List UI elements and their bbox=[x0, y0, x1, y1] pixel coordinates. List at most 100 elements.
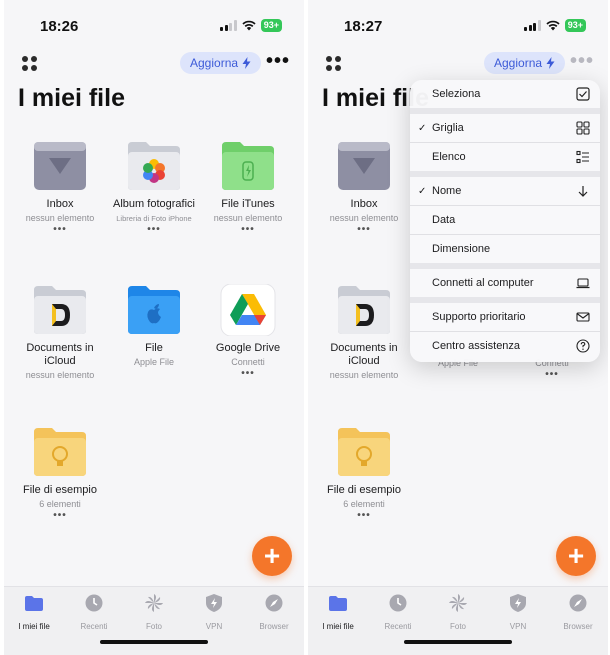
tab-my-files[interactable]: I miei file bbox=[308, 593, 368, 631]
clock-icon bbox=[389, 594, 407, 612]
pinwheel-icon bbox=[449, 594, 467, 612]
add-button[interactable]: + bbox=[556, 536, 596, 576]
tile-more-button[interactable]: ••• bbox=[202, 369, 294, 379]
question-circle-icon bbox=[576, 339, 590, 353]
tile-apple-files[interactable]: File Apple File bbox=[108, 284, 200, 368]
tile-more-button[interactable]: ••• bbox=[506, 370, 598, 380]
phone-screen-left: 18:26 93+ Aggiorna ••• I miei file Inbox… bbox=[4, 0, 304, 655]
tile-inbox[interactable]: Inbox nessun elemento ••• bbox=[14, 140, 106, 235]
tile-more-button[interactable]: ••• bbox=[202, 225, 294, 235]
tile-documents-icloud[interactable]: Documents in iCloud nessun elemento bbox=[14, 284, 106, 381]
tile-subtitle: Connetti bbox=[231, 357, 265, 367]
tile-google-drive[interactable]: Google Drive Connetti ••• bbox=[202, 283, 294, 379]
checkbox-icon bbox=[576, 87, 590, 101]
tab-vpn[interactable]: VPN bbox=[488, 593, 548, 631]
tab-label: Browser bbox=[563, 622, 593, 631]
signal-icon bbox=[220, 20, 237, 31]
tile-subtitle: Libreria di Foto iPhone bbox=[116, 214, 192, 223]
tile-name: Google Drive bbox=[215, 342, 281, 354]
tile-subtitle: nessun elemento bbox=[329, 370, 399, 380]
home-indicator bbox=[100, 640, 208, 644]
page-title: I miei file bbox=[18, 84, 125, 112]
bolt-icon bbox=[546, 57, 555, 69]
tile-subtitle: 6 elementi bbox=[343, 499, 385, 509]
wifi-icon bbox=[242, 20, 256, 31]
tile-subtitle: Apple File bbox=[133, 357, 175, 367]
menu-item-help-center[interactable]: Centro assistenza bbox=[410, 332, 600, 360]
refresh-label: Aggiorna bbox=[190, 56, 239, 70]
battery-indicator: 93+ bbox=[564, 19, 586, 32]
tile-documents-icloud[interactable]: Documents in iCloud nessun elemento bbox=[318, 284, 410, 381]
shield-bolt-icon bbox=[510, 594, 526, 612]
tab-label: VPN bbox=[509, 622, 527, 631]
tile-name: File bbox=[145, 342, 163, 354]
tile-more-button[interactable]: ••• bbox=[318, 511, 410, 521]
more-options-button[interactable]: ••• bbox=[570, 51, 594, 71]
clock-icon bbox=[85, 594, 103, 612]
folder-icon bbox=[329, 596, 347, 611]
sample-files-folder-icon bbox=[336, 426, 392, 478]
menu-item-list[interactable]: Elenco bbox=[410, 143, 600, 171]
tab-bar: I miei file Recenti Foto VPN Browser bbox=[4, 586, 304, 655]
shield-bolt-icon bbox=[206, 594, 222, 612]
tile-name: File di esempio bbox=[327, 484, 401, 496]
refresh-button[interactable]: Aggiorna bbox=[180, 52, 262, 74]
menu-item-priority-support[interactable]: Supporto prioritario bbox=[410, 303, 600, 331]
wifi-icon bbox=[546, 20, 560, 31]
tile-more-button[interactable]: ••• bbox=[318, 225, 410, 235]
menu-item-sort-size[interactable]: Dimensione bbox=[410, 235, 600, 263]
menu-item-sort-name[interactable]: ✓ Nome bbox=[410, 177, 600, 205]
apple-files-folder-icon bbox=[126, 284, 182, 336]
tab-photos[interactable]: Foto bbox=[428, 593, 488, 631]
status-bar: 18:27 93+ bbox=[308, 0, 608, 44]
tile-name: Inbox bbox=[350, 198, 378, 210]
icloud-documents-folder-icon bbox=[32, 284, 88, 336]
itunes-folder-icon bbox=[220, 140, 276, 192]
tab-label: Foto bbox=[449, 622, 466, 631]
tab-label: Recenti bbox=[384, 622, 412, 631]
add-button[interactable]: + bbox=[252, 536, 292, 576]
sample-files-folder-icon bbox=[32, 426, 88, 478]
tab-vpn[interactable]: VPN bbox=[184, 593, 244, 631]
pinwheel-icon bbox=[145, 594, 163, 612]
refresh-label: Aggiorna bbox=[494, 56, 543, 70]
tab-recent[interactable]: Recenti bbox=[64, 593, 124, 631]
tile-sample-files[interactable]: File di esempio 6 elementi ••• bbox=[318, 426, 410, 521]
refresh-button[interactable]: Aggiorna bbox=[484, 52, 566, 74]
tile-sample-files[interactable]: File di esempio 6 elementi ••• bbox=[14, 426, 106, 521]
tile-more-button[interactable]: ••• bbox=[108, 225, 200, 235]
compass-icon bbox=[265, 594, 283, 612]
tile-itunes-files[interactable]: File iTunes nessun elemento ••• bbox=[202, 140, 294, 235]
compass-icon bbox=[569, 594, 587, 612]
folder-icon bbox=[25, 596, 43, 611]
app-menu-icon[interactable] bbox=[22, 56, 38, 72]
menu-item-sort-date[interactable]: Data bbox=[410, 206, 600, 234]
tab-recent[interactable]: Recenti bbox=[368, 593, 428, 631]
app-menu-icon[interactable] bbox=[326, 56, 342, 72]
laptop-icon bbox=[576, 278, 590, 289]
tile-photo-albums[interactable]: Album fotografici Libreria di Foto iPhon… bbox=[108, 140, 200, 235]
screenshot-stage: 18:26 93+ Aggiorna ••• I miei file Inbox… bbox=[0, 0, 610, 655]
tab-my-files[interactable]: I miei file bbox=[4, 593, 64, 631]
menu-item-grid[interactable]: ✓ Griglia bbox=[410, 114, 600, 142]
tab-bar: I miei file Recenti Foto VPN Browser bbox=[308, 586, 608, 655]
tile-name: Documents in iCloud bbox=[26, 342, 94, 367]
status-time: 18:26 bbox=[40, 18, 79, 35]
tile-more-button[interactable]: ••• bbox=[14, 225, 106, 235]
tab-label: Recenti bbox=[80, 622, 108, 631]
tab-browser[interactable]: Browser bbox=[548, 593, 608, 631]
tile-name: Inbox bbox=[46, 198, 74, 210]
tab-photos[interactable]: Foto bbox=[124, 593, 184, 631]
tab-label: Foto bbox=[145, 622, 162, 631]
tile-subtitle: nessun elemento bbox=[25, 213, 95, 223]
tab-label: VPN bbox=[205, 622, 223, 631]
tile-inbox[interactable]: Inbox nessun elemento ••• bbox=[318, 140, 410, 235]
battery-indicator: 93+ bbox=[260, 19, 282, 32]
options-menu: Seleziona ✓ Griglia Elenco ✓ Nome Data D… bbox=[410, 80, 600, 362]
tab-browser[interactable]: Browser bbox=[244, 593, 304, 631]
menu-item-connect-computer[interactable]: Connetti al computer bbox=[410, 269, 600, 297]
menu-item-select[interactable]: Seleziona bbox=[410, 80, 600, 108]
tile-subtitle: 6 elementi bbox=[39, 499, 81, 509]
more-options-button[interactable]: ••• bbox=[266, 51, 290, 71]
tile-more-button[interactable]: ••• bbox=[14, 511, 106, 521]
